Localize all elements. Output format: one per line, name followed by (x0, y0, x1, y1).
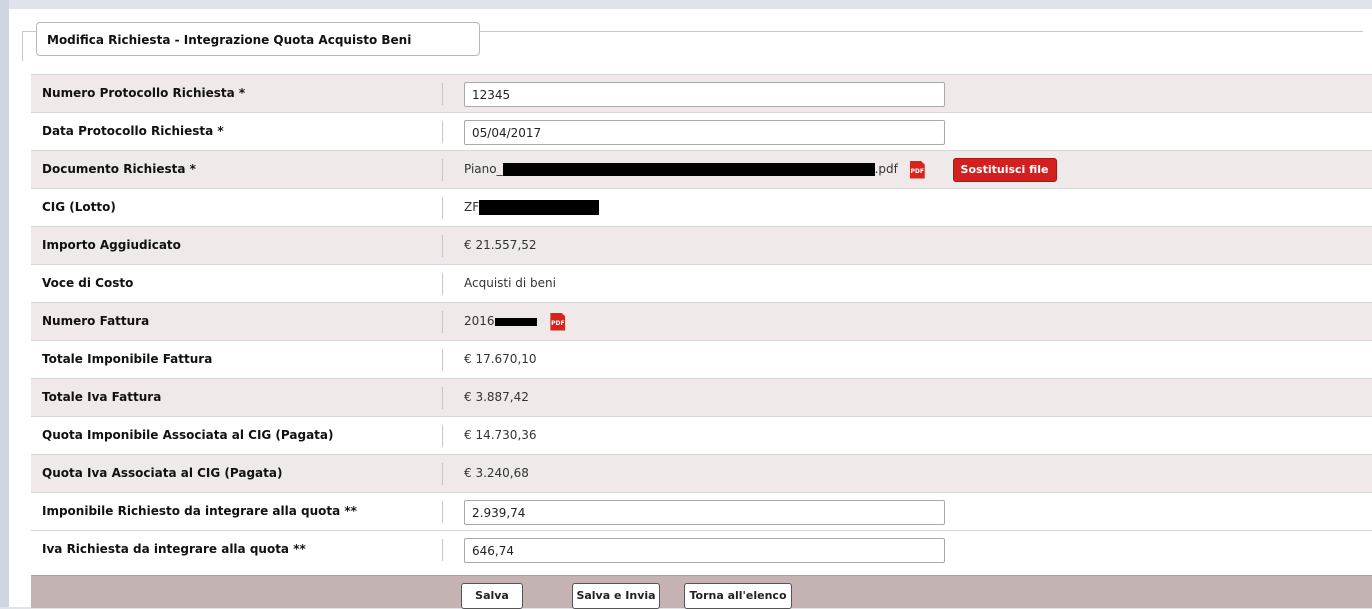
file-name-prefix: Piano_ (464, 162, 503, 176)
left-margin-strip (0, 0, 9, 607)
row-numero-protocollo: Numero Protocollo Richiesta * (31, 74, 1372, 112)
data-protocollo-label: Data Protocollo Richiesta * (42, 124, 224, 138)
column-divider (442, 463, 443, 485)
column-divider (442, 273, 443, 295)
totale-iva-label: Totale Iva Fattura (42, 390, 162, 404)
numero-protocollo-input[interactable] (464, 82, 945, 107)
row-importo-aggiudicato: Importo Aggiudicato € 21.557,52 (31, 226, 1372, 264)
row-documento-richiesta: Documento Richiesta * Piano_ .pdf PDF Sos… (31, 150, 1372, 188)
imponibile-richiesto-label: Imponibile Richiesto da integrare alla q… (42, 504, 357, 518)
column-divider (442, 235, 443, 257)
row-iva-richiesta: Iva Richiesta da integrare alla quota ** (31, 530, 1372, 568)
numero-fattura-value: 2016 PDF (464, 303, 566, 340)
column-divider (442, 83, 443, 105)
column-divider (442, 159, 443, 181)
column-divider (442, 539, 443, 561)
column-divider (442, 197, 443, 219)
documento-richiesta-label: Documento Richiesta * (42, 162, 196, 176)
redaction-block (502, 163, 875, 176)
row-totale-imponibile: Totale Imponibile Fattura € 17.670,10 (31, 340, 1372, 378)
save-button[interactable]: Salva (461, 583, 523, 609)
redaction-block (479, 200, 600, 215)
column-divider (442, 121, 443, 143)
quota-imponibile-value: € 14.730,36 (464, 428, 537, 442)
row-cig: CIG (Lotto) ZF (31, 188, 1372, 226)
form-title: Modifica Richiesta - Integrazione Quota … (36, 22, 480, 56)
numero-protocollo-label: Numero Protocollo Richiesta * (42, 86, 246, 100)
row-quota-iva: Quota Iva Associata al CIG (Pagata) € 3.… (31, 454, 1372, 492)
numero-fattura-label: Numero Fattura (42, 314, 150, 328)
row-quota-imponibile: Quota Imponibile Associata al CIG (Pagat… (31, 416, 1372, 454)
column-divider (442, 349, 443, 371)
save-and-send-button[interactable]: Salva e Invia (572, 583, 660, 609)
fattura-prefix: 2016 (464, 314, 495, 328)
form-rows: Numero Protocollo Richiesta * Data Proto… (31, 74, 1372, 568)
quota-imponibile-label: Quota Imponibile Associata al CIG (Pagat… (42, 428, 334, 442)
voce-costo-value: Acquisti di beni (464, 276, 556, 290)
pdf-icon[interactable]: PDF (909, 160, 925, 179)
totale-imponibile-value: € 17.670,10 (464, 352, 537, 366)
column-divider (442, 311, 443, 333)
cig-label: CIG (Lotto) (42, 200, 116, 214)
back-to-list-button[interactable]: Torna all'elenco (684, 583, 792, 609)
file-name-suffix: .pdf (874, 162, 898, 176)
cig-prefix: ZF (464, 200, 480, 214)
row-data-protocollo: Data Protocollo Richiesta * (31, 112, 1372, 150)
documento-file: Piano_ .pdf PDF Sostituisci file (464, 151, 1057, 188)
row-numero-fattura: Numero Fattura 2016 PDF (31, 302, 1372, 340)
column-divider (442, 387, 443, 409)
iva-richiesta-input[interactable] (464, 538, 945, 563)
cig-value: ZF (464, 189, 600, 226)
data-protocollo-input[interactable] (464, 120, 945, 145)
fieldset-border-left (22, 31, 23, 61)
imponibile-richiesto-input[interactable] (464, 500, 945, 525)
quota-iva-value: € 3.240,68 (464, 466, 529, 480)
iva-richiesta-label: Iva Richiesta da integrare alla quota ** (42, 542, 306, 556)
column-divider (442, 425, 443, 447)
row-imponibile-richiesto: Imponibile Richiesto da integrare alla q… (31, 492, 1372, 530)
importo-aggiudicato-value: € 21.557,52 (464, 238, 537, 252)
voce-costo-label: Voce di Costo (42, 276, 134, 290)
pdf-icon[interactable]: PDF (550, 312, 566, 331)
quota-iva-label: Quota Iva Associata al CIG (Pagata) (42, 466, 283, 480)
totale-iva-value: € 3.887,42 (464, 390, 529, 404)
action-bar: Salva Salva e Invia Torna all'elenco (31, 575, 1372, 609)
row-voce-costo: Voce di Costo Acquisti di beni (31, 264, 1372, 302)
replace-file-button[interactable]: Sostituisci file (952, 157, 1057, 182)
importo-aggiudicato-label: Importo Aggiudicato (42, 238, 181, 252)
row-totale-iva: Totale Iva Fattura € 3.887,42 (31, 378, 1372, 416)
redaction-block (494, 317, 537, 326)
totale-imponibile-label: Totale Imponibile Fattura (42, 352, 213, 366)
column-divider (442, 501, 443, 523)
